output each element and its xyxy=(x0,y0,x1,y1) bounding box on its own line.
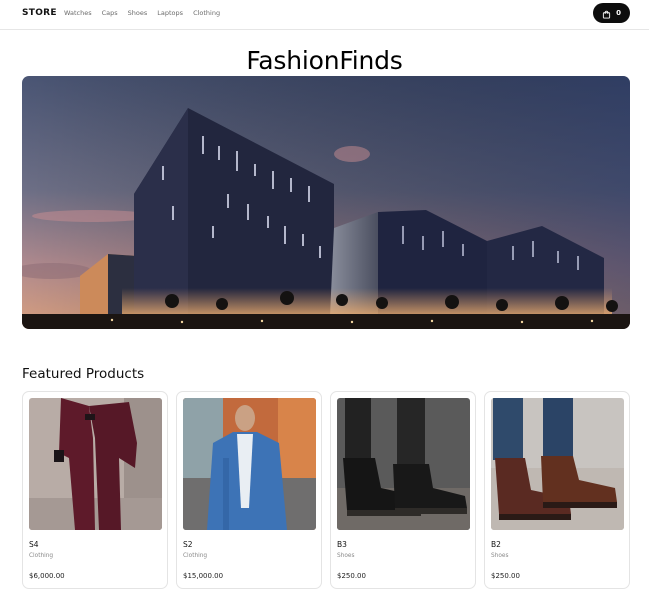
nav-link-clothing[interactable]: Clothing xyxy=(193,9,220,17)
product-card[interactable]: B3 Shoes $250.00 xyxy=(330,391,476,589)
cart-count: 0 xyxy=(616,9,621,17)
product-price: $250.00 xyxy=(337,572,366,580)
nav-link-laptops[interactable]: Laptops xyxy=(157,9,183,17)
product-price: $15,000.00 xyxy=(183,572,224,580)
hero-image xyxy=(22,76,630,329)
product-image xyxy=(29,398,162,530)
product-image xyxy=(183,398,316,530)
product-name: B3 xyxy=(337,540,347,549)
product-category: Shoes xyxy=(491,553,509,559)
product-price: $6,000.00 xyxy=(29,572,65,580)
nav-link-watches[interactable]: Watches xyxy=(64,9,92,17)
product-image xyxy=(491,398,624,530)
product-card[interactable]: S2 Clothing $15,000.00 xyxy=(176,391,322,589)
store-logo[interactable]: STORE xyxy=(22,8,57,18)
product-card[interactable]: S4 Clothing $6,000.00 xyxy=(22,391,168,589)
featured-products-heading: Featured Products xyxy=(22,366,145,382)
nav-links: Watches Caps Shoes Laptops Clothing xyxy=(64,9,220,17)
product-name: S2 xyxy=(183,540,193,549)
product-category: Clothing xyxy=(29,553,54,559)
product-card[interactable]: B2 Shoes $250.00 xyxy=(484,391,630,589)
product-name: B2 xyxy=(491,540,501,549)
product-category: Shoes xyxy=(337,553,355,559)
cart-button[interactable]: 0 xyxy=(593,3,630,23)
product-image xyxy=(337,398,470,530)
shopping-bag-icon xyxy=(602,4,611,23)
product-name: S4 xyxy=(29,540,39,549)
product-price: $250.00 xyxy=(491,572,520,580)
nav-link-caps[interactable]: Caps xyxy=(102,9,118,17)
nav-link-shoes[interactable]: Shoes xyxy=(128,9,148,17)
product-category: Clothing xyxy=(183,553,208,559)
navbar: STORE Watches Caps Shoes Laptops Clothin… xyxy=(0,0,649,30)
page-title: FashionFinds xyxy=(246,46,403,75)
